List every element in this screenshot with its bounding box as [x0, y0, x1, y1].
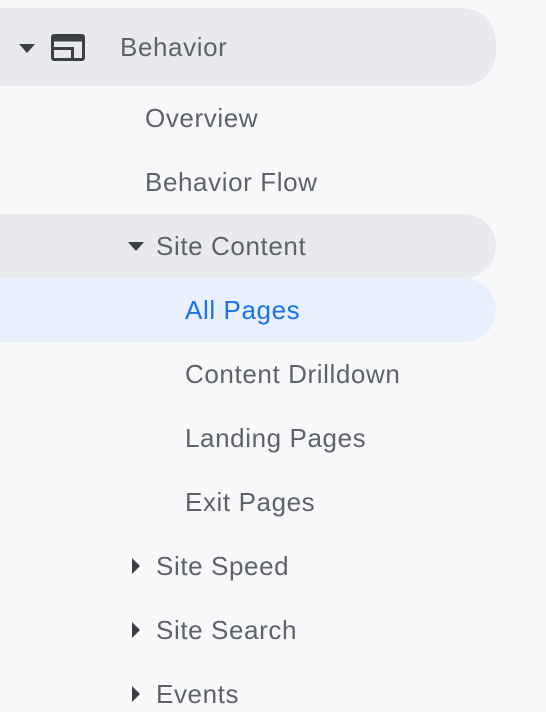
nav-item-label: All Pages	[185, 294, 301, 325]
nav-group-label: Site Speed	[156, 550, 290, 581]
nav-group-label: Site Search	[156, 614, 298, 645]
nav-item-label: Content Drilldown	[185, 358, 401, 389]
chevron-down-icon[interactable]	[19, 44, 35, 53]
nav-section-behavior[interactable]: Behavior	[0, 8, 496, 86]
behavior-icon	[51, 34, 85, 61]
nav-item-label: Overview	[145, 102, 259, 133]
nav-item-all-pages[interactable]: All Pages	[0, 278, 496, 342]
nav-item-label: Behavior Flow	[145, 166, 318, 197]
chevron-right-icon[interactable]	[132, 558, 140, 574]
nav-item-label: Exit Pages	[185, 486, 316, 517]
nav-item-behavior-flow[interactable]: Behavior Flow	[0, 150, 496, 214]
behavior-nav-panel: Behavior Overview Behavior Flow Site Con…	[0, 0, 546, 712]
nav-section-label: Behavior	[120, 31, 228, 62]
nav-item-content-drilldown[interactable]: Content Drilldown	[0, 342, 496, 406]
nav-item-exit-pages[interactable]: Exit Pages	[0, 470, 496, 534]
chevron-right-icon[interactable]	[132, 622, 140, 638]
chevron-down-icon[interactable]	[128, 242, 144, 251]
nav-item-overview[interactable]: Overview	[0, 86, 496, 150]
nav-group-site-speed[interactable]: Site Speed	[0, 534, 496, 598]
nav-group-events[interactable]: Events	[0, 662, 496, 712]
nav-item-label: Landing Pages	[185, 422, 367, 453]
nav-group-site-content[interactable]: Site Content	[0, 214, 496, 278]
nav-item-landing-pages[interactable]: Landing Pages	[0, 406, 496, 470]
nav-group-site-search[interactable]: Site Search	[0, 598, 496, 662]
nav-group-label: Events	[156, 679, 240, 709]
chevron-right-icon[interactable]	[132, 686, 140, 702]
nav-group-label: Site Content	[156, 230, 307, 261]
